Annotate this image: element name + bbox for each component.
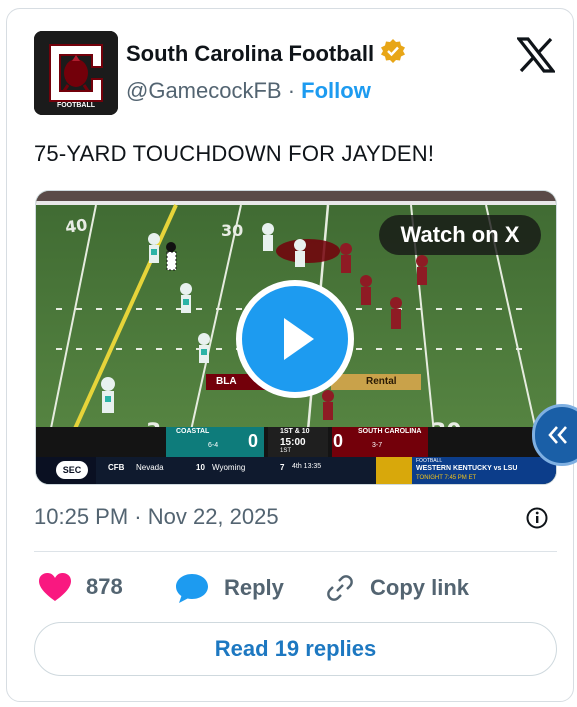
follow-button[interactable]: Follow	[301, 78, 371, 103]
avatar-caption: FOOTBALL	[56, 102, 96, 109]
reply-button[interactable]: Reply	[174, 572, 284, 604]
play-icon	[284, 318, 314, 360]
divider	[34, 551, 557, 552]
field-banner-left: BLA	[216, 376, 237, 387]
account-handle[interactable]: @GamecockFB	[126, 78, 282, 103]
avatar[interactable]: FOOTBALL	[34, 31, 118, 115]
scoreboard-away-record: 6-4	[208, 442, 219, 449]
like-count: 878	[86, 574, 123, 599]
scoreboard-away-score: 0	[248, 431, 259, 451]
expand-panel-button[interactable]	[532, 404, 577, 466]
double-chevron-left-icon	[548, 426, 567, 444]
ticker-item-2: Wyoming	[212, 463, 246, 472]
ticker-promo-main: WESTERN KENTUCKY vs LSU	[416, 465, 518, 472]
read-replies-button[interactable]: Read 19 replies	[34, 622, 557, 676]
ticker-network-logo-icon: SEC	[56, 461, 88, 479]
handle-separator: ·	[287, 78, 296, 103]
reply-label: Reply	[224, 575, 284, 600]
field-banner-right: Rental	[366, 376, 397, 387]
verified-badge-icon	[380, 38, 406, 69]
link-icon	[327, 575, 353, 601]
watch-on-x-button[interactable]: Watch on X	[379, 215, 541, 255]
scoreboard-home-record: 3-7	[372, 442, 383, 449]
ticker-item-2-score: 10	[196, 463, 205, 472]
reply-bubble-icon	[176, 574, 208, 603]
account-name-row: South Carolina Football	[126, 38, 406, 69]
account-name[interactable]: South Carolina Football	[126, 41, 374, 67]
svg-text:30: 30	[221, 221, 243, 240]
copy-link-label: Copy link	[370, 575, 470, 600]
ticker-league: CFB	[108, 463, 125, 472]
ticker-item-1: Nevada	[136, 463, 164, 472]
scoreboard-away-team: COASTAL	[176, 428, 210, 435]
handle-row: @GamecockFB · Follow	[126, 78, 371, 104]
ticker-promo-time: TONIGHT 7:45 PM ET	[416, 475, 477, 481]
copy-link-button[interactable]: Copy link	[324, 572, 469, 604]
svg-text:40: 40	[64, 215, 89, 237]
ticker-item-3: 4th 13:35	[292, 463, 322, 470]
heart-icon	[39, 573, 71, 601]
like-button[interactable]: 878	[38, 572, 123, 602]
scoreboard-home-team: SOUTH CAROLINA	[358, 428, 422, 435]
ticker-item-3-score: 7	[280, 463, 285, 472]
tweet-text: 75-YARD TOUCHDOWN FOR JAYDEN!	[34, 141, 435, 166]
tweet-timestamp[interactable]: 10:25 PM · Nov 22, 2025	[34, 504, 279, 530]
scoreboard-clock: 15:00	[280, 437, 306, 448]
play-button[interactable]	[236, 280, 354, 398]
x-logo-icon[interactable]	[515, 37, 557, 73]
scoreboard-down-distance: 1ST & 10	[280, 428, 310, 435]
info-icon[interactable]	[525, 506, 549, 530]
scoreboard-quarter: 1ST	[280, 448, 292, 454]
ticker-promo-top: FOOTBALL	[416, 458, 443, 464]
scoreboard-home-score: 0	[333, 431, 344, 451]
